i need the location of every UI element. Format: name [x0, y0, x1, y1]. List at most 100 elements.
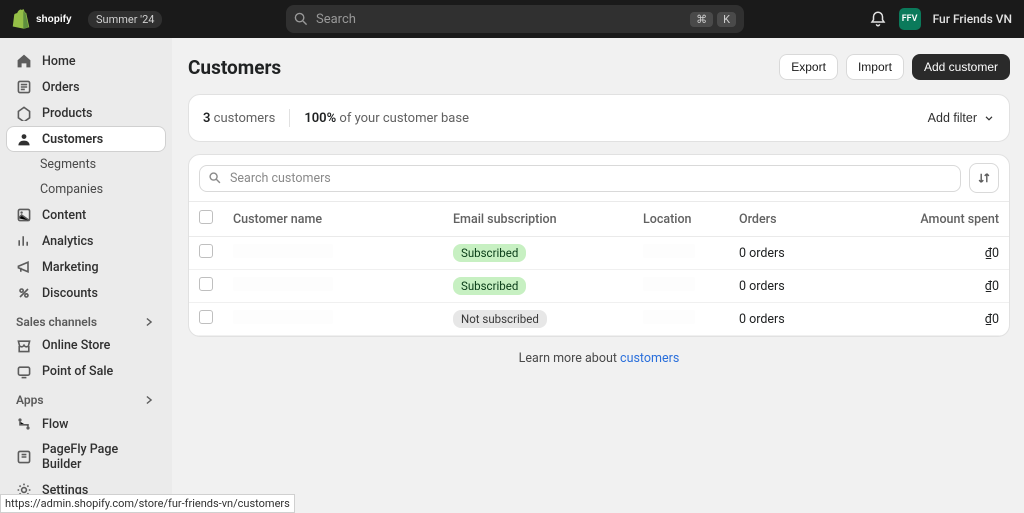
apps-heading-label: Apps — [16, 393, 44, 407]
sidebar-item-customers[interactable]: Customers — [6, 126, 166, 152]
online-store-icon — [16, 338, 32, 354]
sidebar-item-segments[interactable]: Segments — [6, 152, 166, 177]
divider — [289, 109, 290, 127]
row-checkbox[interactable] — [199, 310, 213, 324]
orders-cell: 0 orders — [729, 237, 879, 270]
marketing-icon — [16, 259, 32, 275]
chevron-right-icon — [142, 315, 156, 329]
customer-name-redacted — [233, 244, 333, 258]
sort-button[interactable] — [969, 163, 999, 193]
sidebar-item-content[interactable]: Content — [6, 202, 166, 228]
sidebar-item-label: Segments — [40, 157, 96, 172]
learn-more-link[interactable]: customers — [620, 351, 679, 366]
global-search[interactable]: Search ⌘ K — [286, 5, 744, 33]
col-email-subscription[interactable]: Email subscription — [443, 202, 633, 237]
sidebar-item-label: Analytics — [42, 234, 94, 249]
orders-icon — [16, 79, 32, 95]
content-icon — [16, 207, 32, 223]
sidebar-item-discounts[interactable]: Discounts — [6, 280, 166, 306]
sidebar-item-flow[interactable]: Flow — [6, 411, 166, 437]
sidebar-item-products[interactable]: Products — [6, 100, 166, 126]
avatar[interactable]: FFV — [899, 8, 921, 30]
sidebar-item-companies[interactable]: Companies — [6, 177, 166, 202]
home-icon — [16, 53, 32, 69]
shopify-wordmark-icon: shopify — [36, 12, 80, 26]
page-header: Customers Export Import Add customer — [188, 54, 1010, 80]
sidebar-item-label: Marketing — [42, 260, 99, 275]
col-location[interactable]: Location — [633, 202, 729, 237]
sidebar-item-home[interactable]: Home — [6, 48, 166, 74]
sidebar-item-orders[interactable]: Orders — [6, 74, 166, 100]
table-header-row: Customer name Email subscription Locatio… — [189, 202, 1009, 237]
import-button[interactable]: Import — [846, 54, 904, 80]
amount-cell: ₫0 — [879, 237, 1009, 270]
customer-count-word: customers — [214, 111, 276, 126]
location-redacted — [643, 310, 695, 324]
amount-cell: ₫0 — [879, 270, 1009, 303]
page-actions: Export Import Add customer — [779, 54, 1010, 80]
customer-count-number: 3 — [203, 111, 210, 126]
sales-channels-heading[interactable]: Sales channels — [6, 311, 166, 333]
customer-pct-rest: of your customer base — [339, 111, 469, 126]
add-filter-label: Add filter — [928, 111, 977, 125]
customers-search-input[interactable]: Search customers — [199, 165, 961, 192]
table-row[interactable]: Subscribed 0 orders ₫0 — [189, 270, 1009, 303]
sidebar-item-pagefly[interactable]: PageFly Page Builder — [6, 437, 166, 477]
sales-channels-heading-label: Sales channels — [16, 315, 97, 329]
col-orders[interactable]: Orders — [729, 202, 879, 237]
customers-table-card: Search customers Customer name Email sub… — [188, 154, 1010, 337]
topbar: shopify Summer '24 Search ⌘ K FFV Fur Fr… — [0, 0, 1024, 38]
kbd-mod: ⌘ — [690, 12, 713, 27]
amount-cell: ₫0 — [879, 303, 1009, 336]
sidebar-item-label: Home — [42, 54, 76, 69]
table-row[interactable]: Not subscribed 0 orders ₫0 — [189, 303, 1009, 336]
sidebar-item-label: Companies — [40, 182, 103, 197]
sidebar-item-label: Online Store — [42, 338, 110, 353]
search-icon — [208, 171, 222, 185]
customers-icon — [16, 131, 32, 147]
learn-more-prefix: Learn more about — [519, 351, 620, 366]
subscription-badge: Subscribed — [453, 277, 526, 295]
select-all-checkbox[interactable] — [199, 210, 213, 224]
customer-name-redacted — [233, 277, 333, 291]
status-bar-url: https://admin.shopify.com/store/fur-frie… — [0, 494, 295, 513]
sidebar-item-label: Discounts — [42, 286, 98, 301]
sidebar-item-label: Point of Sale — [42, 364, 113, 379]
pagefly-icon — [16, 449, 32, 465]
learn-more: Learn more about customers — [188, 337, 1010, 366]
sidebar-item-label: Customers — [42, 132, 103, 147]
table-toolbar: Search customers — [189, 155, 1009, 201]
location-redacted — [643, 277, 695, 291]
add-customer-button[interactable]: Add customer — [912, 54, 1010, 80]
apps-heading[interactable]: Apps — [6, 389, 166, 411]
row-checkbox[interactable] — [199, 277, 213, 291]
table-row[interactable]: Subscribed 0 orders ₫0 — [189, 237, 1009, 270]
shopify-bag-icon — [12, 9, 30, 29]
export-button[interactable]: Export — [779, 54, 838, 80]
store-name[interactable]: Fur Friends VN — [933, 12, 1012, 26]
sidebar-item-label: Flow — [42, 417, 68, 432]
location-redacted — [643, 244, 695, 258]
col-customer-name[interactable]: Customer name — [223, 202, 443, 237]
chevron-down-icon — [983, 112, 995, 124]
logo[interactable]: shopify — [12, 9, 80, 29]
col-amount-spent[interactable]: Amount spent — [879, 202, 1009, 237]
sidebar-item-analytics[interactable]: Analytics — [6, 228, 166, 254]
main: Customers Export Import Add customer 3 c… — [172, 38, 1024, 513]
row-checkbox[interactable] — [199, 244, 213, 258]
season-pill: Summer '24 — [88, 11, 162, 28]
summary-card: 3 customers 100% of your customer base A… — [188, 94, 1010, 142]
subscription-badge: Not subscribed — [453, 310, 547, 328]
svg-text:shopify: shopify — [36, 14, 72, 25]
sidebar-item-marketing[interactable]: Marketing — [6, 254, 166, 280]
customers-table: Customer name Email subscription Locatio… — [189, 201, 1009, 336]
sidebar-item-online-store[interactable]: Online Store — [6, 333, 166, 359]
orders-cell: 0 orders — [729, 303, 879, 336]
customer-name-redacted — [233, 310, 333, 324]
discounts-icon — [16, 285, 32, 301]
subscription-badge: Subscribed — [453, 244, 526, 262]
add-filter-button[interactable]: Add filter — [928, 111, 995, 125]
sidebar-item-point-of-sale[interactable]: Point of Sale — [6, 359, 166, 385]
bell-icon[interactable] — [869, 10, 887, 28]
products-icon — [16, 105, 32, 121]
